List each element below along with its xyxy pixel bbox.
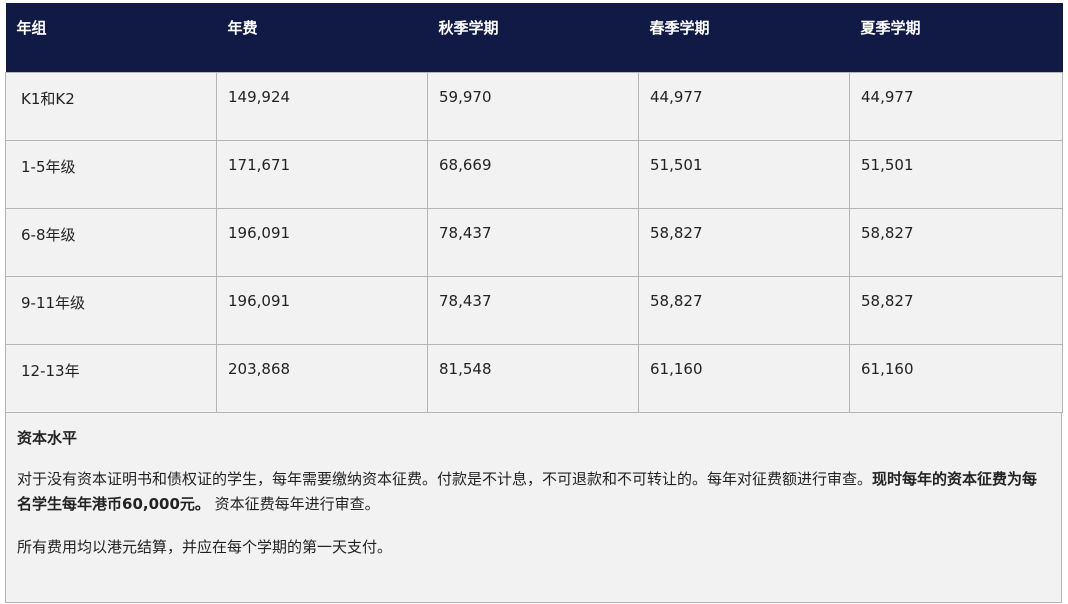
capital-levy-text: 对于没有资本证明书和债权证的学生，每年需要缴纳资本征费。付款是不计息，不可退款和…	[17, 469, 873, 488]
cell-autumn-term: 78,437	[427, 275, 639, 345]
cell-spring-term: 58,827	[638, 207, 850, 277]
cell-summer-term: 58,827	[849, 275, 1063, 345]
header-annual-fee: 年费	[216, 3, 428, 72]
fee-table-body: K1和K2 149,924 59,970 44,977 44,977 1-5年级…	[5, 71, 1063, 413]
fee-table-container: 年组 年费 秋季学期 春季学期 夏季学期 K1和K2 149,924 59,97…	[5, 3, 1063, 603]
cell-autumn-term: 59,970	[427, 71, 639, 141]
cell-spring-term: 51,501	[638, 139, 850, 209]
cell-summer-term: 61,160	[849, 343, 1063, 413]
cell-annual-fee: 203,868	[216, 343, 428, 413]
cell-spring-term: 61,160	[638, 343, 850, 413]
table-row: K1和K2 149,924 59,970 44,977 44,977	[5, 71, 1063, 141]
capital-levy-paragraph: 对于没有资本证明书和债权证的学生，每年需要缴纳资本征费。付款是不计息，不可退款和…	[17, 467, 1045, 517]
cell-spring-term: 58,827	[638, 275, 850, 345]
table-row: 6-8年级 196,091 78,437 58,827 58,827	[5, 207, 1063, 277]
cell-year-group: 12-13年	[5, 343, 217, 413]
cell-year-group: 9-11年级	[5, 275, 217, 345]
cell-autumn-term: 68,669	[427, 139, 639, 209]
header-summer-term: 夏季学期	[849, 3, 1063, 72]
cell-annual-fee: 196,091	[216, 207, 428, 277]
table-row: 12-13年 203,868 81,548 61,160 61,160	[5, 343, 1063, 413]
cell-year-group: 1-5年级	[5, 139, 217, 209]
cell-summer-term: 44,977	[849, 71, 1063, 141]
table-row: 9-11年级 196,091 78,437 58,827 58,827	[5, 275, 1063, 345]
cell-year-group: 6-8年级	[5, 207, 217, 277]
cell-autumn-term: 81,548	[427, 343, 639, 413]
cell-summer-term: 58,827	[849, 207, 1063, 277]
header-year-group: 年组	[5, 3, 217, 72]
cell-annual-fee: 196,091	[216, 275, 428, 345]
cell-summer-term: 51,501	[849, 139, 1063, 209]
header-row: 年组 年费 秋季学期 春季学期 夏季学期	[5, 3, 1063, 72]
capital-levy-notes: 资本水平 对于没有资本证明书和债权证的学生，每年需要缴纳资本征费。付款是不计息，…	[5, 412, 1062, 603]
header-spring-term: 春季学期	[638, 3, 850, 72]
cell-year-group: K1和K2	[5, 71, 217, 141]
cell-spring-term: 44,977	[638, 71, 850, 141]
payment-terms-paragraph: 所有费用均以港元结算，并应在每个学期的第一天支付。	[17, 537, 393, 556]
cell-autumn-term: 78,437	[427, 207, 639, 277]
table-row: 1-5年级 171,671 68,669 51,501 51,501	[5, 139, 1063, 209]
capital-levy-review-text: 资本征费每年进行审查。	[209, 494, 380, 513]
fee-table-header: 年组 年费 秋季学期 春季学期 夏季学期	[5, 3, 1063, 72]
cell-annual-fee: 171,671	[216, 139, 428, 209]
header-autumn-term: 秋季学期	[427, 3, 639, 72]
cell-annual-fee: 149,924	[216, 71, 428, 141]
fee-table: 年组 年费 秋季学期 春季学期 夏季学期 K1和K2 149,924 59,97…	[5, 3, 1063, 413]
capital-levy-heading: 资本水平	[17, 428, 78, 447]
